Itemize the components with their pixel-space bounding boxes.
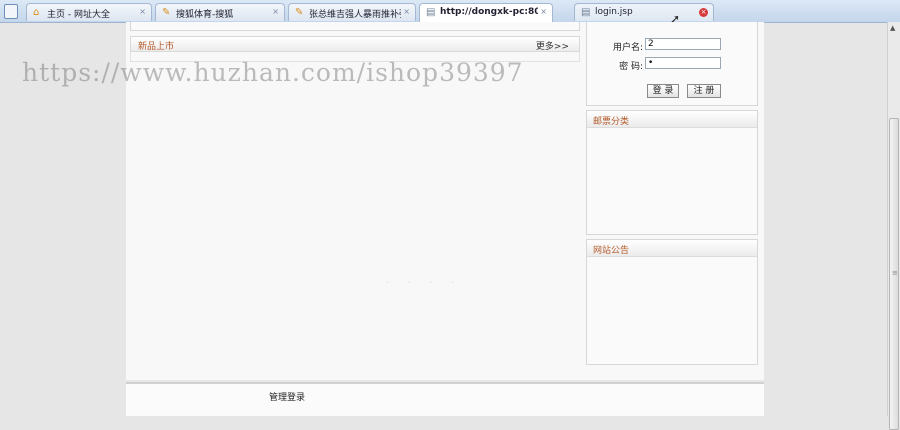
- announcement-header: 网站公告: [587, 240, 757, 257]
- tab-news[interactable]: ✎ 张总维吉强人暴雨推补强... ×: [288, 3, 416, 21]
- watermark-text: https://www.huzhan.com/ishop39397: [22, 58, 524, 87]
- stamp-category-panel: 邮票分类: [586, 110, 758, 235]
- vertical-scrollbar[interactable]: ▲ ≡: [887, 22, 900, 430]
- scroll-thumb[interactable]: ≡: [889, 118, 899, 430]
- tab-label: 主页 - 网址大全: [47, 10, 110, 20]
- password-row: 密 码: •: [587, 57, 759, 72]
- new-arrivals-header: 新品上市 更多>>: [130, 36, 580, 52]
- scroll-up-arrow-icon[interactable]: ▲: [890, 24, 895, 32]
- password-input[interactable]: •: [645, 57, 721, 69]
- login-box: 用户名: 密 码: • 登 录 注 册: [586, 22, 758, 106]
- tab-home[interactable]: ⌂ 主页 - 网址大全 ×: [26, 3, 152, 21]
- faint-text: · · · ·: [386, 278, 463, 288]
- login-button[interactable]: 登 录: [647, 84, 679, 98]
- announcement-title: 网站公告: [593, 246, 630, 256]
- tab-localhost[interactable]: ▤ http://dongxk-pc:808... ×: [419, 3, 553, 22]
- close-icon[interactable]: ×: [272, 7, 279, 16]
- tab-label: http://dongxk-pc:808...: [440, 7, 538, 17]
- tab-label: 张总维吉强人暴雨推补强...: [309, 10, 401, 20]
- username-label: 用户名:: [612, 43, 643, 53]
- tab-sohu-sports[interactable]: ✎ 搜狐体育-搜狐 ×: [155, 3, 285, 21]
- tab-label: login.jsp: [595, 7, 633, 17]
- favicon-icon: ✎: [162, 7, 171, 18]
- home-icon: ⌂: [33, 7, 40, 18]
- stamp-category-header: 邮票分类: [587, 111, 757, 128]
- announcement-panel: 网站公告: [586, 239, 758, 365]
- tab-login-jsp[interactable]: ▤ login.jsp ×: [574, 3, 714, 21]
- username-input[interactable]: [645, 38, 721, 50]
- favicon-icon: ✎: [295, 7, 304, 18]
- password-label: 密 码:: [619, 62, 643, 72]
- admin-login-link[interactable]: 管理登录: [269, 390, 305, 403]
- browser-menu-icon[interactable]: [4, 4, 18, 19]
- close-icon[interactable]: ×: [139, 7, 146, 16]
- stamp-category-title: 邮票分类: [593, 117, 630, 127]
- browser-tab-bar: ⌂ 主页 - 网址大全 × ✎ 搜狐体育-搜狐 × ✎ 张总维吉强人暴雨推补强.…: [0, 0, 900, 26]
- close-icon[interactable]: ×: [540, 7, 547, 16]
- grip-icon: ≡: [892, 269, 898, 277]
- close-icon[interactable]: ×: [403, 7, 410, 16]
- new-arrivals-title: 新品上市: [138, 42, 175, 52]
- username-row: 用户名:: [587, 38, 759, 53]
- page-icon: ▤: [581, 7, 591, 18]
- top-strip: [130, 22, 580, 31]
- tab-label: 搜狐体育-搜狐: [176, 10, 234, 20]
- page-footer: 管理登录: [126, 382, 764, 416]
- more-link[interactable]: 更多>>: [536, 39, 569, 52]
- close-icon[interactable]: ×: [699, 8, 708, 17]
- page-icon: ▤: [426, 7, 436, 18]
- register-button[interactable]: 注 册: [687, 84, 721, 98]
